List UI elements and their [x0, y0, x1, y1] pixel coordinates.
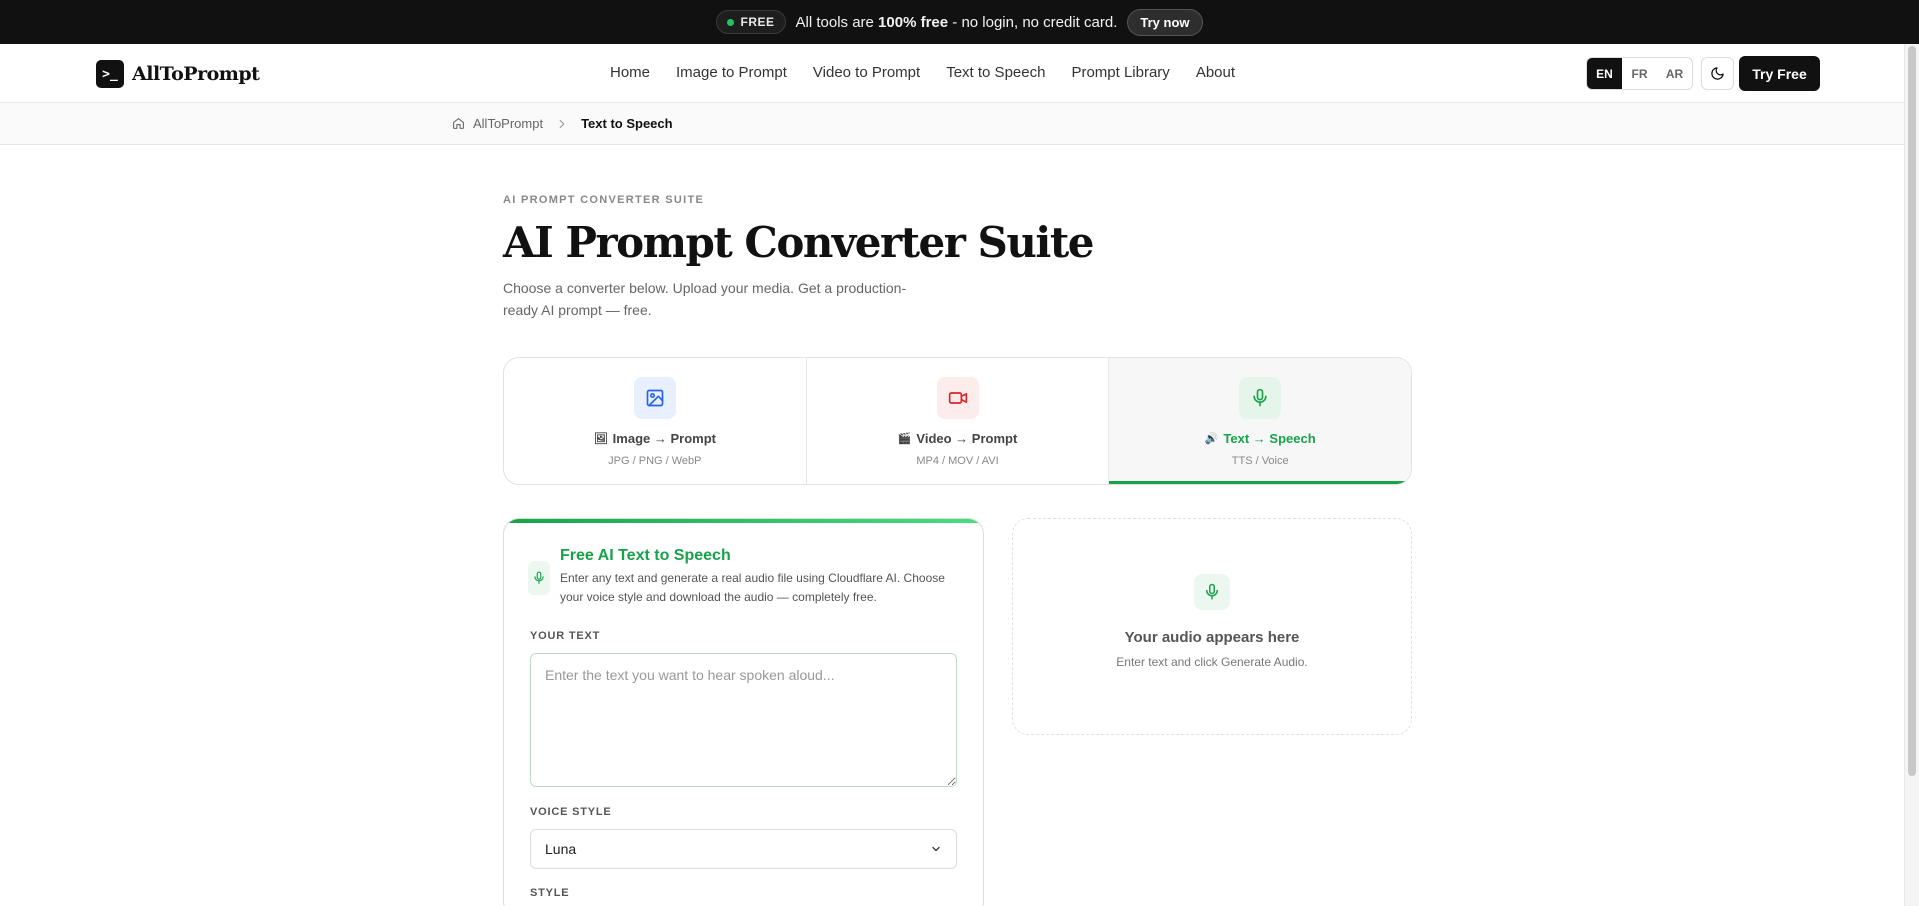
nav-item-prompt-library[interactable]: Prompt Library [1071, 64, 1169, 81]
output-subtitle: Enter text and click Generate Audio. [1116, 655, 1308, 669]
tab-icon-box [633, 377, 676, 419]
tab-video-to-prompt[interactable]: 🎬 Video → Prompt MP4 / MOV / AVI [807, 358, 1110, 484]
logo[interactable]: >_ AllToPrompt [96, 60, 260, 88]
tab-text-to-speech[interactable]: 🔊 Text → Speech TTS / Voice [1109, 358, 1411, 484]
breadcrumb-bar: AllToPrompt Text to Speech [0, 103, 1919, 145]
page-eyebrow: AI PROMPT CONVERTER SUITE [503, 194, 705, 206]
tab-icon-box [1239, 377, 1282, 419]
speaker-emoji-icon: 🔊 [1204, 433, 1219, 445]
chevron-right-icon [559, 119, 565, 128]
status-dot [727, 18, 735, 26]
tab-label: Video → Prompt [916, 431, 1018, 446]
text-input[interactable] [530, 653, 957, 787]
video-icon [948, 392, 967, 404]
style-label: STYLE [530, 887, 570, 899]
page-description: Choose a converter below. Upload your me… [503, 280, 907, 318]
nav-item-video-to-prompt[interactable]: Video to Prompt [813, 64, 920, 81]
home-icon [453, 118, 464, 129]
card-icon-box [528, 561, 550, 595]
page-scrollbar[interactable] [1904, 44, 1919, 906]
language-switcher: EN FR AR [1586, 57, 1693, 90]
try-free-button[interactable]: Try Free [1739, 56, 1820, 91]
scrollbar-thumb[interactable] [1908, 46, 1916, 776]
breadcrumb-home-link[interactable]: AllToPrompt [473, 116, 543, 131]
chevron-down-icon [932, 846, 940, 852]
microphone-icon [1206, 583, 1218, 600]
frame-emoji-icon: 🖼 [593, 433, 608, 445]
your-text-label: YOUR TEXT [530, 630, 601, 642]
nav-item-home[interactable]: Home [610, 64, 650, 81]
tab-subtitle: TTS / Voice [1231, 455, 1289, 467]
lang-en-button[interactable]: EN [1587, 58, 1622, 89]
tab-subtitle: JPG / PNG / WebP [608, 455, 702, 467]
microphone-icon [534, 571, 544, 584]
logo-text: AllToPrompt [132, 63, 260, 85]
audio-output-card: Your audio appears here Enter text and c… [1012, 518, 1412, 735]
card-accent-bar [504, 519, 983, 523]
announcement-text: All tools are 100% free - no login, no c… [795, 13, 1118, 31]
nav-item-text-to-speech[interactable]: Text to Speech [946, 64, 1045, 81]
card-description: Enter any text and generate a real audio… [560, 571, 945, 604]
try-now-button[interactable]: Try now [1127, 8, 1203, 36]
free-badge: FREE [716, 10, 786, 34]
moon-icon [1711, 67, 1724, 80]
output-icon-box [1194, 574, 1230, 610]
nav-item-image-to-prompt[interactable]: Image to Prompt [676, 64, 787, 81]
announcement-bar: FREE All tools are 100% free - no login,… [0, 0, 1919, 44]
site-header: >_ AllToPrompt Home Image to Prompt Vide… [0, 44, 1919, 103]
card-title: Free AI Text to Speech [560, 547, 731, 564]
voice-style-value: Luna [545, 841, 577, 857]
nav-item-about[interactable]: About [1196, 64, 1235, 81]
tab-label: Image → Prompt [612, 431, 716, 446]
tab-icon-box [936, 377, 979, 419]
output-title: Your audio appears here [1124, 629, 1300, 646]
breadcrumb-current: Text to Speech [581, 116, 673, 131]
lang-ar-button[interactable]: AR [1657, 58, 1692, 89]
voice-style-label: VOICE STYLE [530, 806, 612, 818]
tab-image-to-prompt[interactable]: 🖼 Image → Prompt JPG / PNG / WebP [504, 358, 807, 484]
tab-subtitle: MP4 / MOV / AVI [916, 455, 999, 467]
microphone-icon [1253, 388, 1267, 407]
voice-style-select[interactable]: Luna [530, 829, 957, 869]
tts-form-card: Free AI Text to Speech Enter any text an… [503, 518, 984, 906]
terminal-logo-icon: >_ [96, 60, 124, 88]
theme-toggle-button[interactable] [1701, 57, 1734, 90]
main-nav: Home Image to Prompt Video to Prompt Tex… [610, 64, 1235, 81]
breadcrumb: AllToPrompt Text to Speech [452, 116, 673, 131]
tab-label: Text → Speech [1223, 431, 1316, 446]
image-icon [646, 389, 664, 407]
lang-fr-button[interactable]: FR [1622, 58, 1657, 89]
free-badge-label: FREE [740, 15, 775, 29]
page-title: AI Prompt Converter Suite [503, 218, 1094, 267]
clapper-emoji-icon: 🎬 [897, 433, 912, 445]
converter-tabs: 🖼 Image → Prompt JPG / PNG / WebP 🎬 Video … [503, 357, 1412, 485]
